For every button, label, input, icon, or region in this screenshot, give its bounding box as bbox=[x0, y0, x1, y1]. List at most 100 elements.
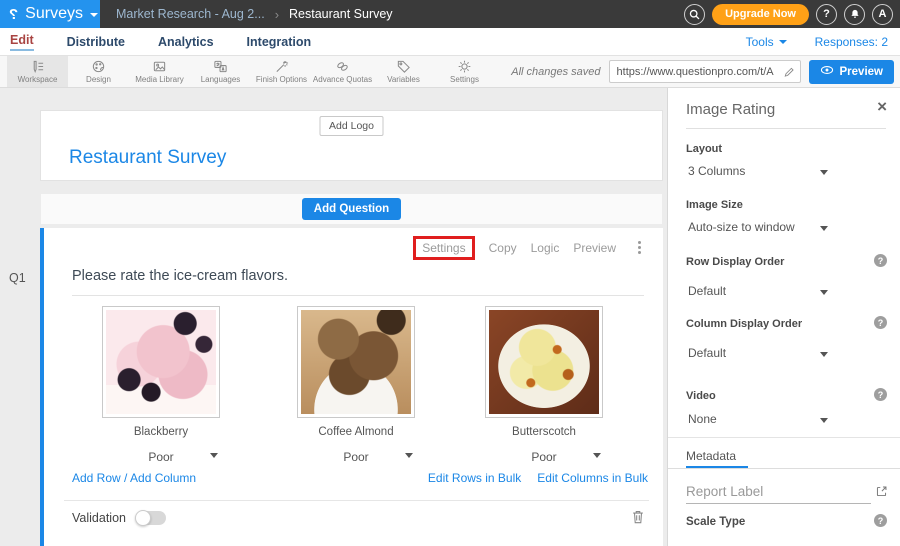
breadcrumb-separator-icon: › bbox=[275, 7, 279, 22]
avatar[interactable]: A bbox=[872, 4, 893, 25]
video-label: Video bbox=[686, 390, 716, 402]
chevron-down-icon bbox=[820, 226, 828, 231]
media-library-icon bbox=[152, 59, 167, 74]
topbar-actions: Upgrade Now ? A bbox=[684, 0, 893, 28]
help-icon[interactable]: ? bbox=[816, 4, 837, 25]
rating-dropdown[interactable]: Poor bbox=[485, 448, 603, 464]
tab-metadata[interactable]: Metadata bbox=[686, 449, 736, 463]
languages-icon bbox=[213, 59, 228, 74]
edit-rows-bulk-link[interactable]: Edit Rows in Bulk bbox=[428, 471, 521, 485]
settings-icon bbox=[457, 59, 472, 74]
chevron-down-icon bbox=[820, 290, 828, 295]
toolbar-item-design[interactable]: Design bbox=[68, 56, 129, 87]
row-display-order-select[interactable]: Default bbox=[688, 284, 832, 298]
validation-label: Validation bbox=[72, 511, 126, 525]
rating-dropdown[interactable]: Poor bbox=[102, 448, 220, 464]
tab-distribute[interactable]: Distribute bbox=[67, 35, 125, 49]
question-text[interactable]: Please rate the ice-cream flavors. bbox=[72, 268, 288, 284]
flavor-label[interactable]: Butterscotch bbox=[485, 426, 603, 438]
rating-item-butterscotch: Butterscotch Poor bbox=[485, 306, 603, 464]
edit-toolbar: Workspace Design Media Library Languages… bbox=[0, 56, 900, 88]
toolbar-item-advance-quotas[interactable]: Advance Quotas bbox=[312, 56, 373, 87]
column-display-order-label: Column Display Order bbox=[686, 318, 802, 330]
rating-item-coffee-almond: Coffee Almond Poor bbox=[297, 306, 415, 464]
add-logo-button[interactable]: Add Logo bbox=[319, 116, 384, 136]
notifications-bell-icon[interactable] bbox=[844, 4, 865, 25]
flavor-image-blackberry[interactable] bbox=[102, 306, 220, 418]
metadata-section-divider bbox=[668, 437, 900, 438]
bulk-edit-links: Edit Rows in Bulk Edit Columns in Bulk bbox=[428, 471, 648, 485]
chevron-down-icon bbox=[820, 352, 828, 357]
help-icon[interactable]: ? bbox=[874, 316, 887, 329]
autosave-status: All changes saved bbox=[511, 66, 600, 78]
help-icon[interactable]: ? bbox=[874, 254, 887, 267]
nav-right: Tools Responses: 2 bbox=[746, 35, 888, 49]
question-text-underline bbox=[72, 295, 644, 296]
question-logic-button[interactable]: Logic bbox=[531, 241, 560, 255]
flavor-label[interactable]: Coffee Almond bbox=[297, 426, 415, 438]
close-icon[interactable]: × bbox=[877, 98, 887, 115]
delete-question-trash-icon[interactable] bbox=[631, 509, 645, 530]
variables-icon bbox=[396, 59, 411, 74]
upgrade-now-button[interactable]: Upgrade Now bbox=[712, 4, 809, 25]
flavor-label[interactable]: Blackberry bbox=[102, 426, 220, 438]
question-actions: Settings Copy Logic Preview bbox=[413, 239, 643, 256]
expand-icon[interactable] bbox=[875, 485, 888, 503]
preview-button[interactable]: Preview bbox=[809, 60, 894, 84]
survey-url-input[interactable] bbox=[610, 66, 778, 78]
layout-select[interactable]: 3 Columns bbox=[688, 164, 832, 178]
toolbar-item-media-library[interactable]: Media Library bbox=[129, 56, 190, 87]
edit-columns-bulk-link[interactable]: Edit Columns in Bulk bbox=[537, 471, 648, 485]
question-card: Settings Copy Logic Preview Please rate … bbox=[40, 228, 663, 546]
search-icon[interactable] bbox=[684, 4, 705, 25]
toolbar-item-variables[interactable]: Variables bbox=[373, 56, 434, 87]
panel-title: Image Rating bbox=[686, 101, 775, 118]
image-size-select[interactable]: Auto-size to window bbox=[688, 220, 832, 234]
survey-header-card: Add Logo Restaurant Survey bbox=[40, 110, 663, 181]
edit-url-pencil-icon[interactable] bbox=[778, 66, 800, 78]
tools-menu[interactable]: Tools bbox=[746, 35, 787, 49]
toolbar-item-languages[interactable]: Languages bbox=[190, 56, 251, 87]
top-bar: ? Surveys Market Research - Aug 2... › R… bbox=[0, 0, 900, 28]
report-label-input[interactable] bbox=[686, 482, 871, 504]
product-name: Surveys bbox=[25, 5, 83, 23]
rating-dropdown[interactable]: Poor bbox=[297, 448, 415, 464]
chevron-down-icon bbox=[90, 13, 98, 17]
help-icon[interactable]: ? bbox=[874, 514, 887, 527]
question-copy-button[interactable]: Copy bbox=[489, 241, 517, 255]
chevron-down-icon bbox=[820, 170, 828, 175]
flavor-image-butterscotch[interactable] bbox=[485, 306, 603, 418]
breadcrumb-current: Restaurant Survey bbox=[289, 7, 393, 21]
tab-integration[interactable]: Integration bbox=[247, 35, 312, 49]
breadcrumb-parent[interactable]: Market Research - Aug 2... bbox=[116, 7, 265, 21]
toolbar-item-finish-options[interactable]: Finish Options bbox=[251, 56, 312, 87]
eye-icon bbox=[820, 64, 834, 79]
flavor-image-coffee-almond[interactable] bbox=[297, 306, 415, 418]
metadata-tab-border bbox=[668, 468, 900, 469]
validation-toggle[interactable] bbox=[136, 511, 166, 525]
question-number: Q1 bbox=[9, 271, 26, 285]
responses-count[interactable]: Responses: 2 bbox=[815, 35, 888, 49]
help-icon[interactable]: ? bbox=[874, 388, 887, 401]
column-display-order-select[interactable]: Default bbox=[688, 346, 832, 360]
questionpro-logo-icon: ? bbox=[9, 6, 18, 23]
add-row-column-link[interactable]: Add Row / Add Column bbox=[72, 471, 196, 485]
advance-quotas-icon bbox=[335, 59, 350, 74]
toolbar-item-settings[interactable]: Settings bbox=[434, 56, 495, 87]
image-size-label: Image Size bbox=[686, 199, 743, 211]
surveys-menu[interactable]: ? Surveys bbox=[0, 0, 100, 28]
workspace-icon bbox=[30, 59, 45, 74]
kebab-menu-icon[interactable] bbox=[636, 239, 643, 256]
video-select[interactable]: None bbox=[688, 412, 832, 426]
question-preview-button[interactable]: Preview bbox=[573, 241, 616, 255]
row-display-order-label: Row Display Order bbox=[686, 256, 784, 268]
tab-edit[interactable]: Edit bbox=[10, 33, 34, 51]
question-footer-divider bbox=[64, 500, 649, 501]
add-question-button[interactable]: Add Question bbox=[302, 198, 401, 220]
survey-canvas: Add Logo Restaurant Survey Add Question … bbox=[0, 88, 667, 546]
survey-title[interactable]: Restaurant Survey bbox=[69, 147, 226, 169]
tab-analytics[interactable]: Analytics bbox=[158, 35, 214, 49]
toolbar-item-workspace[interactable]: Workspace bbox=[7, 56, 68, 87]
chevron-down-icon bbox=[820, 418, 828, 423]
question-settings-button[interactable]: Settings bbox=[413, 236, 474, 260]
